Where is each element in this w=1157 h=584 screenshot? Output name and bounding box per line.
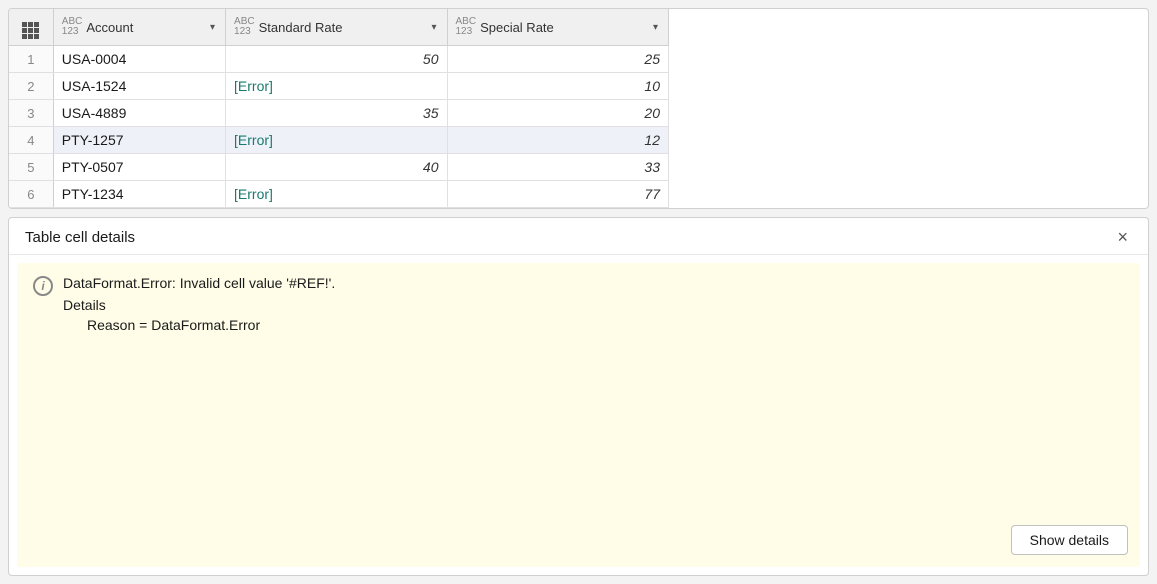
- column-header-special-rate: ABC123 Special Rate ▾: [447, 9, 669, 46]
- cell-account[interactable]: PTY-1257: [53, 127, 225, 154]
- details-body: i DataFormat.Error: Invalid cell value '…: [17, 263, 1140, 567]
- details-panel: Table cell details × i DataFormat.Error:…: [8, 217, 1149, 576]
- column-label-account: Account: [86, 20, 133, 35]
- cell-special-rate[interactable]: 10: [447, 73, 669, 100]
- row-index: 4: [9, 127, 53, 154]
- row-index: 6: [9, 181, 53, 208]
- data-table: ABC123 Account ▾ ABC123 Standard Rate: [9, 9, 669, 208]
- error-text-block: DataFormat.Error: Invalid cell value '#R…: [63, 275, 335, 333]
- table-corner-header: [9, 9, 53, 46]
- type-label-standard: ABC123: [234, 17, 255, 37]
- table-row: 3USA-48893520: [9, 100, 669, 127]
- error-message: DataFormat.Error: Invalid cell value '#R…: [63, 275, 335, 291]
- table-row: 2USA-1524[Error]10: [9, 73, 669, 100]
- column-dropdown-standard-rate[interactable]: ▾: [429, 22, 438, 33]
- cell-account[interactable]: USA-0004: [53, 46, 225, 73]
- cell-standard-rate[interactable]: 35: [226, 100, 447, 127]
- column-dropdown-account[interactable]: ▾: [208, 22, 217, 33]
- error-reason: Reason = DataFormat.Error: [63, 317, 335, 333]
- info-icon: i: [33, 276, 53, 296]
- column-header-account: ABC123 Account ▾: [53, 9, 225, 46]
- cell-special-rate[interactable]: 33: [447, 154, 669, 181]
- cell-account[interactable]: USA-4889: [53, 100, 225, 127]
- cell-special-rate[interactable]: 77: [447, 181, 669, 208]
- type-label-special: ABC123: [456, 17, 477, 37]
- row-index: 5: [9, 154, 53, 181]
- close-button[interactable]: ×: [1113, 228, 1132, 246]
- cell-standard-rate[interactable]: 40: [226, 154, 447, 181]
- show-details-button[interactable]: Show details: [1011, 525, 1128, 555]
- row-index: 1: [9, 46, 53, 73]
- cell-special-rate[interactable]: 12: [447, 127, 669, 154]
- error-details-label: Details: [63, 297, 335, 313]
- cell-standard-rate[interactable]: 50: [226, 46, 447, 73]
- table-section: ABC123 Account ▾ ABC123 Standard Rate: [8, 8, 1149, 209]
- table-row: 4PTY-1257[Error]12: [9, 127, 669, 154]
- row-index: 3: [9, 100, 53, 127]
- details-title: Table cell details: [25, 229, 135, 246]
- error-content: i DataFormat.Error: Invalid cell value '…: [33, 275, 1124, 333]
- cell-account[interactable]: PTY-1234: [53, 181, 225, 208]
- row-index: 2: [9, 73, 53, 100]
- column-dropdown-special-rate[interactable]: ▾: [651, 22, 660, 33]
- cell-special-rate[interactable]: 25: [447, 46, 669, 73]
- cell-standard-rate[interactable]: [Error]: [226, 73, 447, 100]
- cell-special-rate[interactable]: 20: [447, 100, 669, 127]
- table-row: 6PTY-1234[Error]77: [9, 181, 669, 208]
- grid-icon: [22, 22, 39, 39]
- table-row: 5PTY-05074033: [9, 154, 669, 181]
- cell-account[interactable]: PTY-0507: [53, 154, 225, 181]
- column-label-standard-rate: Standard Rate: [259, 20, 343, 35]
- cell-standard-rate[interactable]: [Error]: [226, 181, 447, 208]
- details-header: Table cell details ×: [9, 218, 1148, 255]
- type-label-account: ABC123: [62, 17, 83, 37]
- main-container: ABC123 Account ▾ ABC123 Standard Rate: [0, 0, 1157, 584]
- column-label-special-rate: Special Rate: [480, 20, 554, 35]
- column-header-standard-rate: ABC123 Standard Rate ▾: [226, 9, 447, 46]
- table-row: 1USA-00045025: [9, 46, 669, 73]
- cell-standard-rate[interactable]: [Error]: [226, 127, 447, 154]
- cell-account[interactable]: USA-1524: [53, 73, 225, 100]
